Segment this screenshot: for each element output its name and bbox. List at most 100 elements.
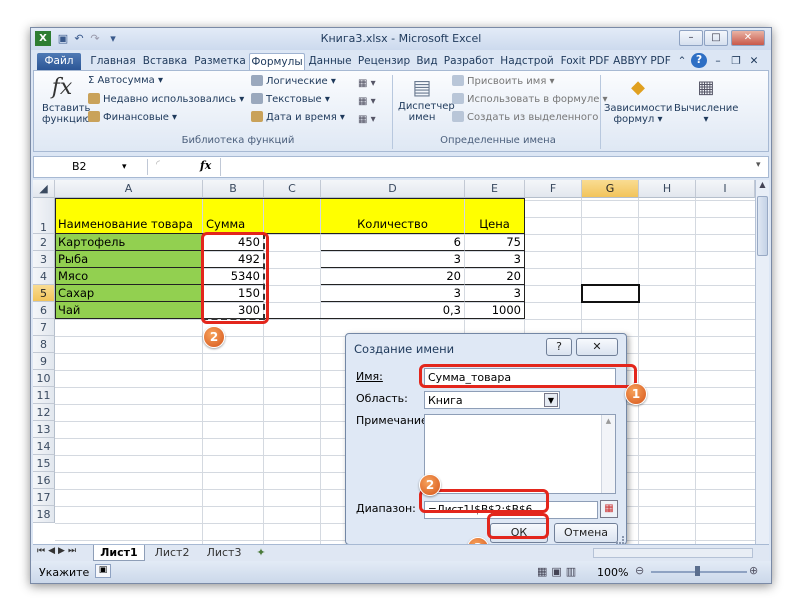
select-all-corner[interactable]: ◢ (33, 180, 55, 198)
zoom-level[interactable]: 100% (597, 566, 628, 579)
logical-button[interactable]: Логические ▾ (251, 75, 336, 87)
chevron-down-icon[interactable]: ▾ (122, 159, 127, 175)
sheet-tab-1[interactable]: Лист1 (93, 545, 145, 561)
sheet-nav-arrows[interactable]: ⏮◀▶⏭ (37, 546, 79, 556)
cell-e2[interactable]: 75 (465, 234, 525, 251)
row-header-12[interactable]: 12 (33, 404, 55, 421)
tab-home[interactable]: Главная (87, 53, 139, 70)
dialog-help-button[interactable]: ? (546, 338, 572, 356)
column-header-a[interactable]: A (55, 180, 203, 198)
sheet-tab-2[interactable]: Лист2 (147, 546, 197, 561)
column-header-e[interactable]: E (465, 180, 525, 198)
more-functions-icons[interactable]: ▦ ▾ ▦ ▾ ▦ ▾ (358, 75, 376, 129)
ribbon-collapse-icon[interactable]: ⌃ (675, 53, 689, 70)
tab-file[interactable]: Файл (37, 53, 81, 70)
cancel-entry-icon[interactable]: ◜ (156, 159, 160, 170)
row-header-3[interactable]: 3 (33, 251, 55, 268)
row-header-11[interactable]: 11 (33, 387, 55, 404)
resize-grip[interactable] (616, 536, 624, 544)
formula-input[interactable] (220, 158, 750, 176)
vertical-scrollbar[interactable]: ▲ (755, 180, 769, 544)
chevron-down-icon[interactable]: ▼ (544, 393, 558, 407)
scope-select[interactable]: Книга ▼ (424, 391, 560, 409)
cancel-button[interactable]: Отмена (554, 523, 618, 543)
doc-restore-button[interactable]: ❐ (729, 53, 743, 70)
tab-view[interactable]: Вид (413, 53, 441, 70)
row-header-10[interactable]: 10 (33, 370, 55, 387)
use-in-formula-button[interactable]: Использовать в формуле ▾ (452, 93, 608, 105)
autosum-button[interactable]: Σ Автосумма ▾ (88, 75, 163, 86)
financial-button[interactable]: Финансовые ▾ (88, 111, 177, 123)
row-header-1[interactable]: 1 (33, 198, 55, 234)
doc-close-button[interactable]: ✕ (747, 53, 761, 70)
comment-textarea[interactable]: ▲ (424, 414, 616, 494)
define-name-button[interactable]: Присвоить имя ▾ (452, 75, 555, 87)
dialog-close-button[interactable]: ✕ (576, 338, 618, 356)
cell-a5[interactable]: Сахар (55, 285, 203, 302)
row-header-8[interactable]: 8 (33, 336, 55, 353)
maximize-button[interactable]: □ (704, 30, 728, 46)
text-functions-button[interactable]: Текстовые ▾ (251, 93, 330, 105)
cell-a2[interactable]: Картофель (55, 234, 203, 251)
cell-e3[interactable]: 3 (465, 251, 525, 268)
column-header-c[interactable]: C (264, 180, 321, 198)
view-buttons[interactable]: ▦▣▥ (537, 565, 580, 578)
row-header-18[interactable]: 18 (33, 506, 55, 523)
active-cell-g5[interactable] (581, 284, 640, 303)
minimize-button[interactable]: – (679, 30, 703, 46)
column-header-d[interactable]: D (321, 180, 465, 198)
cell-d6[interactable]: 0,3 (321, 302, 465, 319)
name-manager-button[interactable]: ▤ Диспетчер имен (398, 75, 455, 123)
row-header-2[interactable]: 2 (33, 234, 55, 251)
tab-abbyy[interactable]: ABBYY PDF (613, 53, 671, 70)
insert-sheet-icon[interactable]: ✦ (251, 546, 271, 561)
doc-minimize-button[interactable]: – (711, 53, 725, 70)
cell-d5[interactable]: 3 (321, 285, 465, 302)
row-header-14[interactable]: 14 (33, 438, 55, 455)
collapse-range-icon[interactable]: ▦ (600, 500, 618, 518)
column-header-f[interactable]: F (525, 180, 582, 198)
formula-auditing-button[interactable]: ◆ Зависимости формул ▾ (604, 77, 672, 125)
recent-functions-button[interactable]: Недавно использовались ▾ (88, 93, 244, 105)
close-window-button[interactable]: ✕ (731, 30, 765, 46)
cell-a3[interactable]: Рыба (55, 251, 203, 268)
cell-d1[interactable]: Количество (321, 198, 465, 234)
tab-foxit[interactable]: Foxit PDF (557, 53, 613, 70)
zoom-in-icon[interactable]: ⊕ (749, 564, 758, 577)
row-header-9[interactable]: 9 (33, 353, 55, 370)
scroll-thumb[interactable] (757, 196, 768, 256)
expand-formula-bar-icon[interactable]: ▾ (756, 160, 761, 170)
sheet-tab-3[interactable]: Лист3 (199, 546, 249, 561)
insert-function-button[interactable]: fx Вставить функцию (42, 75, 91, 133)
row-header-7[interactable]: 7 (33, 319, 55, 336)
row-header-5[interactable]: 5 (33, 285, 55, 302)
tab-formulas[interactable]: Формулы (249, 53, 305, 70)
row-header-17[interactable]: 17 (33, 489, 55, 506)
row-header-15[interactable]: 15 (33, 455, 55, 472)
create-from-selection-button[interactable]: Создать из выделенного (452, 111, 598, 123)
cell-a4[interactable]: Мясо (55, 268, 203, 285)
name-box[interactable]: B2 ▾ (36, 159, 148, 175)
row-header-16[interactable]: 16 (33, 472, 55, 489)
calculation-button[interactable]: ▦ Вычисление ▾ (674, 77, 738, 125)
cell-d4[interactable]: 20 (321, 268, 465, 285)
column-header-b[interactable]: B (203, 180, 264, 198)
insert-function-icon[interactable]: fx (200, 159, 211, 172)
tab-developer[interactable]: Разработ (441, 53, 497, 70)
tab-addins[interactable]: Надстрой (497, 53, 557, 70)
column-header-i[interactable]: I (696, 180, 755, 198)
cell-d2[interactable]: 6 (321, 234, 465, 251)
column-header-h[interactable]: H (639, 180, 696, 198)
cell-c1[interactable] (264, 198, 321, 234)
tab-insert[interactable]: Вставка (139, 53, 191, 70)
datetime-button[interactable]: Дата и время ▾ (251, 111, 345, 123)
comment-scrollbar[interactable]: ▲ (601, 415, 615, 493)
cell-a1[interactable]: Наименование товара (55, 198, 203, 234)
cell-d3[interactable]: 3 (321, 251, 465, 268)
horizontal-scrollbar[interactable] (593, 548, 753, 558)
cell-e1[interactable]: Цена (465, 198, 525, 234)
macro-record-icon[interactable]: ▣ (95, 564, 111, 578)
cell-e4[interactable]: 20 (465, 268, 525, 285)
row-header-4[interactable]: 4 (33, 268, 55, 285)
row-header-13[interactable]: 13 (33, 421, 55, 438)
